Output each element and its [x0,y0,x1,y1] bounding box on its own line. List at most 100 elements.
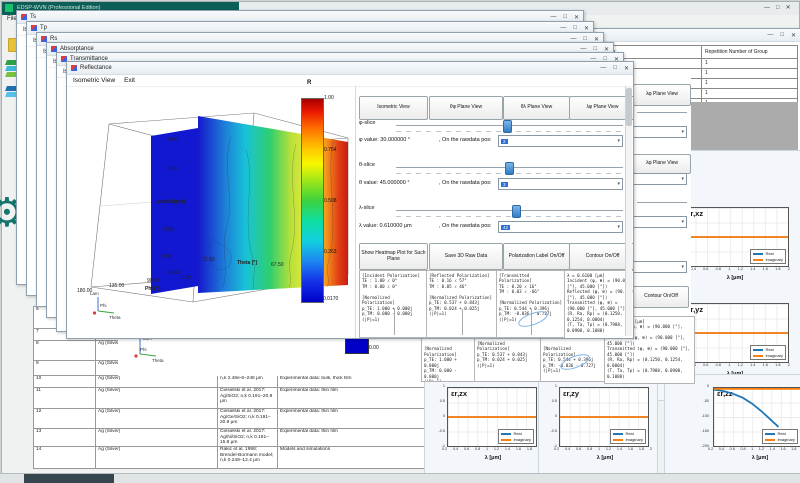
minimize-icon[interactable]: — [550,14,556,21]
tick-label: 1 [728,267,730,271]
polarization-label-toggle-button[interactable]: Polarization Label On/Off [503,243,570,270]
rawdata-pos-combobox-fragment[interactable]: ▾ [633,126,687,138]
table-row[interactable]: 13Ag (Silver)Ciesielski et al. 2017: Ag/… [34,429,430,447]
maximize-icon[interactable]: □ [613,65,617,72]
close-icon[interactable]: ✕ [786,5,797,11]
tick-label: 1 [598,447,600,451]
table-row[interactable]: 11Ag (Silver)Ciesielski et al. 2017: Ag/… [34,388,430,409]
legend: Real Imaginary [750,249,786,264]
scrollbar-thumb[interactable] [626,88,632,126]
tick-label: 0.4 [565,447,570,451]
er-zz-plot-window: εr,zz Real Imaginary 0-50-100-150-200 0.… [664,374,800,480]
theta-lambda-plane-view-button[interactable]: θλ Plane View [503,96,570,120]
er-zy-xlabel: λ [μm] [577,455,633,461]
table-row[interactable]: 10Ag (Silver)n,k 2.48e-6–248 μmExperimen… [34,376,430,388]
phi-slider-handle[interactable] [503,120,512,133]
maximize-icon[interactable]: □ [776,5,786,11]
tick-label: 0.8 [716,363,721,367]
phi-pos-label: , On the rawdata pos: [439,137,492,143]
real-legend-marker [613,433,623,435]
group-table-cell[interactable]: 1 [702,69,798,79]
legend-label: Imaginary [777,437,795,442]
tick-label: 0.6 [730,447,735,451]
minimize-icon[interactable]: — [560,25,566,32]
panel-scrollbar[interactable] [625,86,632,336]
close-icon[interactable]: ✕ [624,65,629,72]
tick-label: 0.6 [703,363,708,367]
menu-exit[interactable]: Exit [124,77,135,84]
group-table-cell[interactable]: 1 [702,79,798,89]
lambda-axis-label: Lambda[μm] [155,199,185,205]
minimize-icon[interactable]: — [600,65,606,72]
chevron-down-icon[interactable]: ▾ [681,219,684,225]
maximize-icon[interactable]: □ [573,25,577,32]
tick-label: 2 [650,447,652,451]
maximize-icon[interactable]: □ [780,32,784,39]
tick-label: 0 [555,414,557,418]
slider-fragment[interactable] [637,202,687,203]
close-icon[interactable]: ✕ [584,25,589,32]
lambda-slider-track[interactable] [396,210,623,211]
theta-rawdata-pos-combobox[interactable]: 3▾ [498,178,623,190]
group-window-titlebar[interactable]: — □ ✕ [574,29,800,42]
theta-slider-handle[interactable] [505,162,514,175]
lambda-rawdata-pos-combobox[interactable]: 42 ▾ [498,221,623,233]
chevron-down-icon[interactable]: ▾ [617,138,620,144]
legend-label: Real [513,431,521,436]
tick-label: 1.6 [780,447,785,451]
chevron-down-icon[interactable]: ▾ [617,224,620,230]
theta-phi-plane-view-button[interactable]: θφ Plane View [429,96,503,120]
table-row[interactable]: 12Ag (Silver)Ciesielski et al. 2017: Ag/… [34,409,430,429]
combobox-value: 42 [501,225,510,230]
close-icon[interactable]: ✕ [574,14,579,21]
rawdata-pos-combobox-fragment[interactable]: ▾ [633,261,687,273]
imaginary-legend-marker [501,439,511,441]
table-row[interactable]: 14Ag (Silver)Rakić et al. 1998: Brendel-… [34,447,430,469]
plane-view-button-fragment[interactable]: λφ Plane View [633,154,691,174]
chevron-down-icon[interactable]: ▾ [681,176,684,182]
titlebar[interactable]: Reflectance —□✕ [67,62,633,75]
chevron-down-icon[interactable]: ▾ [681,264,684,270]
isometric-view-button[interactable]: Isometric View [359,96,428,120]
legend-label: Imaginary [513,437,531,442]
chevron-down-icon[interactable]: ▾ [617,181,620,187]
chevron-down-icon[interactable]: ▾ [681,129,684,135]
rawdata-pos-combobox-fragment[interactable]: ▾ [633,216,687,228]
legend-label: Imaginary [765,257,783,262]
save-3d-raw-data-button[interactable]: Save 3D Raw Data [429,243,503,270]
lambda-tick: 0.66 [168,137,178,143]
theta-slice-label: θ-slice [359,162,375,168]
minimize-icon[interactable]: — [767,32,773,39]
lambda-slider-ticks [396,216,623,217]
close-icon[interactable]: ✕ [791,32,796,39]
real-legend-marker [753,253,763,255]
imaginary-legend-marker [613,439,623,441]
plane-view-button-fragment[interactable]: λφ Plane View [633,84,691,106]
tick-label: 1 [751,447,753,451]
minimize-icon[interactable]: — [764,5,776,11]
show-heatmap-button[interactable]: Show Heatmap Plot for Such Plane [359,243,428,270]
rawdata-pos-combobox-fragment[interactable]: ▾ [633,173,687,185]
window-reflectance: Reflectance —□✕ Isometric View Exit [66,61,634,339]
imaginary-legend-marker [765,439,775,441]
er-zz-yticks: 0-50-100-150-200 [691,384,709,448]
er-zx-yticks: 10.50-0.5-1 [431,384,445,448]
polarization-ellipse [513,307,553,331]
phi-tick: 90.00 [147,278,160,284]
tick-label: 0 [707,384,709,388]
tick-label: -0.5 [550,429,557,433]
triad-phi-label: Phi [100,303,107,308]
phi-rawdata-pos-combobox[interactable]: 2▾ [498,135,623,147]
group-table-cell[interactable]: 1 [702,59,798,69]
contour-button-fragment[interactable]: Contour On/Off [633,286,689,308]
slider-fragment[interactable] [637,112,687,113]
imaginary-legend-marker [753,259,763,261]
triad-theta-label: Theta [109,315,121,320]
group-table-cell[interactable]: 1 [702,89,798,99]
menu-isometric-view[interactable]: Isometric View [73,77,115,84]
lambda-slider-handle[interactable] [512,205,521,218]
main-window-controls[interactable]: —□✕ [764,4,797,11]
tick-label: 1.4 [750,267,755,271]
er-zy-plot-window: εr,zy Real Imaginary 10.50-0.5-1 0.20.40… [538,374,658,480]
maximize-icon[interactable]: □ [563,14,567,21]
